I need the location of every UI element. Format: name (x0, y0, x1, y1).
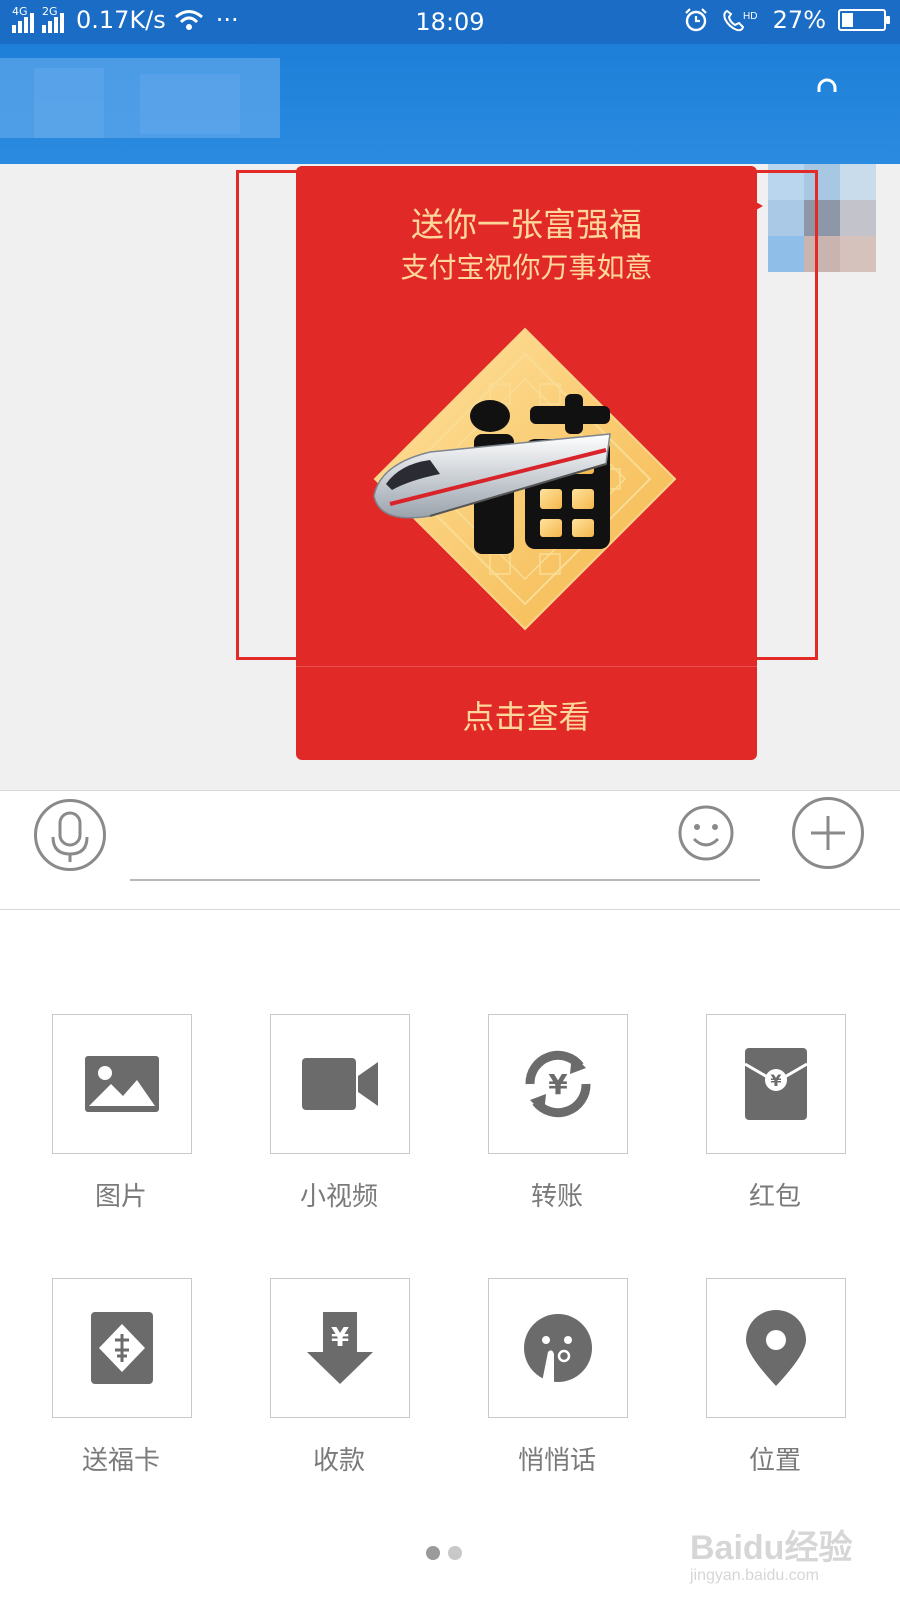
panel-item-label: 图片 (94, 1182, 147, 1212)
panel-item-fu-card[interactable]: 送福卡 (14, 1278, 228, 1508)
svg-text:¥: ¥ (770, 1071, 781, 1090)
svg-text:¥: ¥ (331, 1323, 349, 1353)
battery-icon (838, 9, 890, 31)
panel-item-label: 送福卡 (81, 1446, 160, 1476)
receive-money-icon: ¥ (307, 1312, 373, 1384)
more-actions-button[interactable] (792, 797, 864, 869)
panel-item-red-envelope[interactable]: ¥ 红包 (668, 1014, 882, 1244)
panel-item-label: 转账 (530, 1182, 583, 1212)
panel-item-transfer-box[interactable]: ¥ (488, 1014, 628, 1154)
function-panel: 图片 小视频 ¥ 转账 ¥ 红包 送福卡 ¥ 收款 悄悄话 位置 Baidu经验… (0, 910, 900, 1600)
alarm-icon (684, 8, 707, 32)
page-dot[interactable] (448, 1546, 462, 1560)
video-camera-icon (302, 1058, 378, 1110)
panel-item-video-box[interactable] (270, 1014, 410, 1154)
panel-item-label: 位置 (748, 1446, 801, 1476)
location-pin-icon (746, 1310, 806, 1386)
smiley-icon (678, 805, 734, 861)
contact-profile-icon[interactable] (812, 78, 842, 108)
panel-item-label: 收款 (312, 1446, 365, 1476)
panel-item-location[interactable]: 位置 (668, 1278, 882, 1508)
status-right: HD 27% (683, 6, 890, 34)
chat-header (0, 44, 900, 164)
panel-item-video[interactable]: 小视频 (232, 1014, 446, 1244)
watermark-url: jingyan.baidu.com (690, 1567, 819, 1584)
panel-item-image[interactable]: 图片 (14, 1014, 228, 1244)
battery-fill (842, 13, 853, 27)
panel-item-whisper-box[interactable] (488, 1278, 628, 1418)
svg-text:¥: ¥ (548, 1068, 568, 1101)
input-bar (0, 790, 900, 910)
svg-text:HD: HD (743, 11, 757, 22)
card-divider (296, 666, 757, 667)
blurred-title-3 (140, 74, 240, 134)
panel-item-receive-money[interactable]: ¥ 收款 (232, 1278, 446, 1508)
voice-button[interactable] (34, 799, 106, 871)
page-indicator (426, 1546, 462, 1560)
status-bar: 4G 2G 0.17K/s ··· 18:09 HD 27% (0, 0, 900, 44)
panel-item-red-envelope-box[interactable]: ¥ (706, 1014, 846, 1154)
battery-percent: 27% (772, 6, 826, 34)
microphone-icon (51, 811, 89, 862)
panel-item-label: 悄悄话 (517, 1446, 596, 1476)
page-dot-active[interactable] (426, 1546, 440, 1560)
panel-item-fu-card-box[interactable] (52, 1278, 192, 1418)
plus-icon (811, 816, 845, 850)
panel-item-whisper[interactable]: 悄悄话 (450, 1278, 664, 1508)
highlight-box (236, 170, 818, 660)
whisper-icon (524, 1314, 592, 1382)
chat-area: 送你一张富强福 支付宝祝你万事如意 点击查看 (0, 164, 900, 790)
panel-item-transfer[interactable]: ¥ 转账 (450, 1014, 664, 1244)
blurred-title-2 (34, 68, 104, 138)
transfer-icon: ¥ (525, 1050, 591, 1118)
image-icon (85, 1056, 159, 1112)
panel-item-receive-money-box[interactable]: ¥ (270, 1278, 410, 1418)
baidu-watermark: Baidu经验 jingyan.baidu.com (690, 1520, 852, 1585)
view-card-link[interactable]: 点击查看 (296, 692, 757, 738)
emoji-button[interactable] (676, 803, 736, 863)
red-envelope-icon: ¥ (745, 1048, 807, 1120)
hd-call-icon: HD (723, 9, 757, 32)
panel-item-image-box[interactable] (52, 1014, 192, 1154)
panel-item-label: 红包 (748, 1182, 801, 1212)
fu-card-icon (91, 1312, 153, 1384)
watermark-brand: Baidu经验 (690, 1529, 853, 1567)
panel-item-location-box[interactable] (706, 1278, 846, 1418)
message-input[interactable] (130, 819, 760, 881)
panel-item-label: 小视频 (299, 1182, 378, 1212)
